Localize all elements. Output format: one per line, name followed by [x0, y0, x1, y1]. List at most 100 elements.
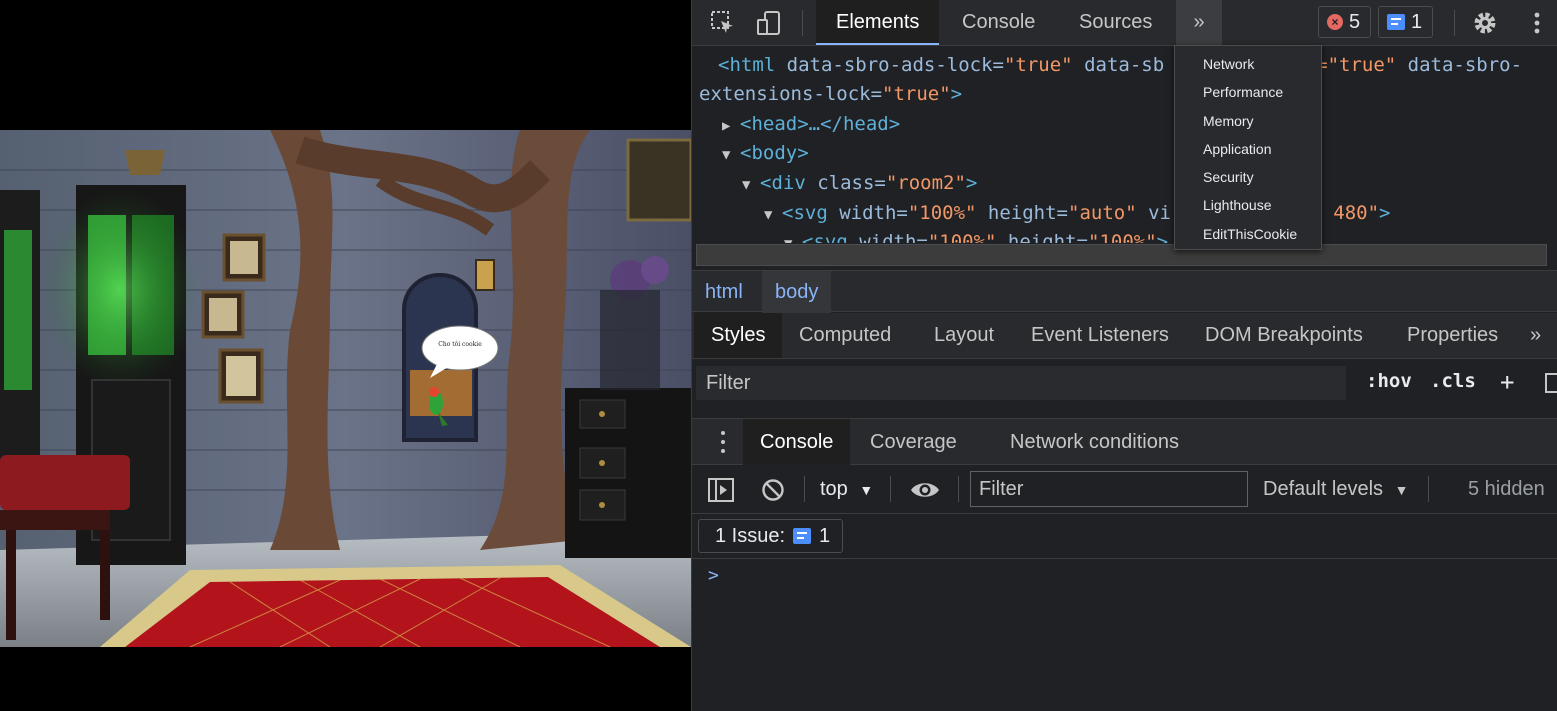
toolbar-separator — [958, 476, 959, 502]
devtools-panel: Elements Console Sources » × 5 1 <html d… — [691, 0, 1557, 711]
drawer-tab-console[interactable]: Console — [743, 419, 851, 465]
tab-console[interactable]: Console — [942, 0, 1055, 45]
attr-name: height= — [996, 231, 1088, 243]
issues-bar: 1 Issue: 1 — [692, 515, 1557, 559]
devtools-toolbar: Elements Console Sources » × 5 1 — [692, 0, 1557, 46]
styles-filter-input[interactable]: Filter — [696, 366, 1346, 400]
game-scene[interactable]: Cho tôi cookie — [0, 130, 691, 647]
eye-icon[interactable] — [910, 475, 940, 505]
issues-button[interactable]: 1 Issue: 1 — [698, 519, 844, 553]
issues-count: 1 — [819, 524, 831, 547]
message-icon — [793, 528, 812, 544]
new-style-rule-icon[interactable]: + — [1500, 368, 1514, 396]
expand-triangle-icon[interactable]: ▶ — [722, 112, 740, 141]
message-counter[interactable]: 1 — [1378, 6, 1434, 38]
tab-event-listeners[interactable]: Event Listeners — [1014, 313, 1186, 358]
tab-elements[interactable]: Elements — [816, 0, 940, 45]
chevron-double-right-icon[interactable]: » — [1530, 313, 1541, 358]
attr-name: extensions-lock= — [699, 83, 883, 105]
styles-filter-bar: Filter :hov .cls + — [692, 360, 1557, 406]
red-chair — [0, 455, 130, 510]
message-icon — [1387, 14, 1405, 30]
collapse-triangle-icon[interactable]: ▼ — [784, 230, 802, 243]
chevron-double-right-icon: » — [1193, 11, 1205, 33]
dom-node-div-room2[interactable]: ▼ <div class="room2"> — [742, 169, 977, 200]
console-prompt[interactable]: > — [708, 565, 719, 586]
more-tabs-button[interactable]: » — [1176, 0, 1222, 45]
tab-sources[interactable]: Sources — [1059, 0, 1172, 45]
inspect-element-icon[interactable] — [708, 8, 738, 38]
collapse-triangle-icon[interactable]: ▼ — [722, 141, 740, 170]
attr-value: "100%" — [927, 231, 997, 243]
drawer-menu-icon[interactable] — [712, 431, 734, 453]
collapse-triangle-icon[interactable]: ▼ — [764, 201, 782, 230]
dom-node-svg-inner[interactable]: ▼<svg width="100%" height="100%"> — [784, 228, 1168, 243]
log-levels-dropdown[interactable]: Default levels ▼ — [1263, 474, 1408, 504]
attr-value: "100%" — [907, 202, 977, 224]
error-counter[interactable]: × 5 — [1318, 6, 1372, 38]
context-selector[interactable]: top ▼ — [820, 474, 873, 504]
breadcrumb: html body — [692, 270, 1557, 313]
tag-text: > — [950, 83, 963, 105]
cls-toggle[interactable]: .cls — [1430, 370, 1476, 392]
attr-value: "true" — [882, 83, 951, 105]
hidden-messages-count: 5 hidden — [1468, 478, 1545, 500]
tab-layout[interactable]: Layout — [917, 313, 1011, 358]
toolbar-separator — [802, 10, 803, 36]
menu-item-security[interactable]: Security — [1175, 163, 1321, 191]
message-count: 1 — [1411, 10, 1423, 33]
drawer-tab-network-conditions[interactable]: Network conditions — [993, 419, 1196, 465]
breadcrumb-html[interactable]: html — [692, 271, 756, 313]
page-viewport: Cho tôi cookie — [0, 0, 691, 711]
kebab-menu-icon[interactable] — [1522, 8, 1552, 38]
menu-item-application[interactable]: Application — [1175, 135, 1321, 163]
tag-text: <svg — [782, 202, 828, 224]
attr-name: class= — [805, 172, 886, 194]
attr-name: width= — [847, 231, 928, 243]
dom-node-head[interactable]: ▶ <head>…</head> — [722, 110, 900, 141]
device-toolbar-icon[interactable] — [754, 8, 784, 38]
attr-value: "100%" — [1088, 231, 1157, 243]
tab-styles[interactable]: Styles — [694, 313, 783, 358]
error-count: 5 — [1349, 10, 1361, 33]
hov-toggle[interactable]: :hov — [1366, 370, 1412, 392]
console-toolbar: top ▼ Filter Default levels ▼ 5 hidden — [692, 466, 1557, 514]
menu-item-lighthouse[interactable]: Lighthouse — [1175, 191, 1321, 219]
tag-text: <div — [760, 172, 806, 194]
attr-name: data-sbro- — [1396, 54, 1523, 76]
tab-dom-breakpoints[interactable]: DOM Breakpoints — [1188, 313, 1380, 358]
dom-node-html[interactable]: <html data-sbro-ads-lock="true" data-sb =… — [718, 51, 1522, 80]
menu-item-memory[interactable]: Memory — [1175, 107, 1321, 135]
menu-item-editthiscookie[interactable]: EditThisCookie — [1175, 220, 1321, 248]
computed-sidebar-toggle-icon[interactable] — [1545, 373, 1557, 393]
console-filter-input[interactable]: Filter — [970, 471, 1248, 507]
gear-icon[interactable] — [1470, 8, 1500, 38]
styles-pane-tabs: Styles Computed Layout Event Listeners D… — [692, 313, 1557, 359]
console-input-area[interactable] — [692, 590, 1557, 711]
horizontal-scrollbar[interactable] — [696, 244, 1547, 266]
attr-value: "auto" — [1068, 202, 1137, 224]
sidebar-toggle-icon[interactable] — [706, 475, 736, 505]
tab-properties[interactable]: Properties — [1390, 313, 1515, 358]
menu-item-network[interactable]: Network — [1175, 50, 1321, 78]
attr-value: ="true" — [1316, 54, 1397, 76]
tag-text: > — [1379, 202, 1391, 224]
drawer-tabs: Console Coverage Network conditions — [692, 418, 1557, 465]
attr-value: "room2" — [885, 172, 966, 194]
dom-node-body[interactable]: ▼ <body> — [722, 139, 809, 170]
clear-console-icon[interactable] — [758, 475, 788, 505]
attr-name: height= — [976, 202, 1068, 224]
breadcrumb-body[interactable]: body — [762, 271, 832, 313]
collapse-triangle-icon[interactable]: ▼ — [742, 171, 760, 200]
attr-name: width= — [827, 202, 908, 224]
dropdown-arrow-icon: ▼ — [859, 482, 874, 498]
tab-computed[interactable]: Computed — [782, 313, 908, 358]
attr-name: data-sbro-ads-lock= — [775, 54, 1004, 76]
toolbar-separator — [890, 476, 891, 502]
dom-tree[interactable]: <html data-sbro-ads-lock="true" data-sb =… — [692, 47, 1557, 243]
tag-text: <html — [718, 54, 776, 76]
dom-node-html-cont: extensions-lock="true"> — [699, 80, 962, 109]
attr-value: "true" — [1003, 54, 1073, 76]
menu-item-performance[interactable]: Performance — [1175, 78, 1321, 106]
drawer-tab-coverage[interactable]: Coverage — [853, 419, 974, 465]
